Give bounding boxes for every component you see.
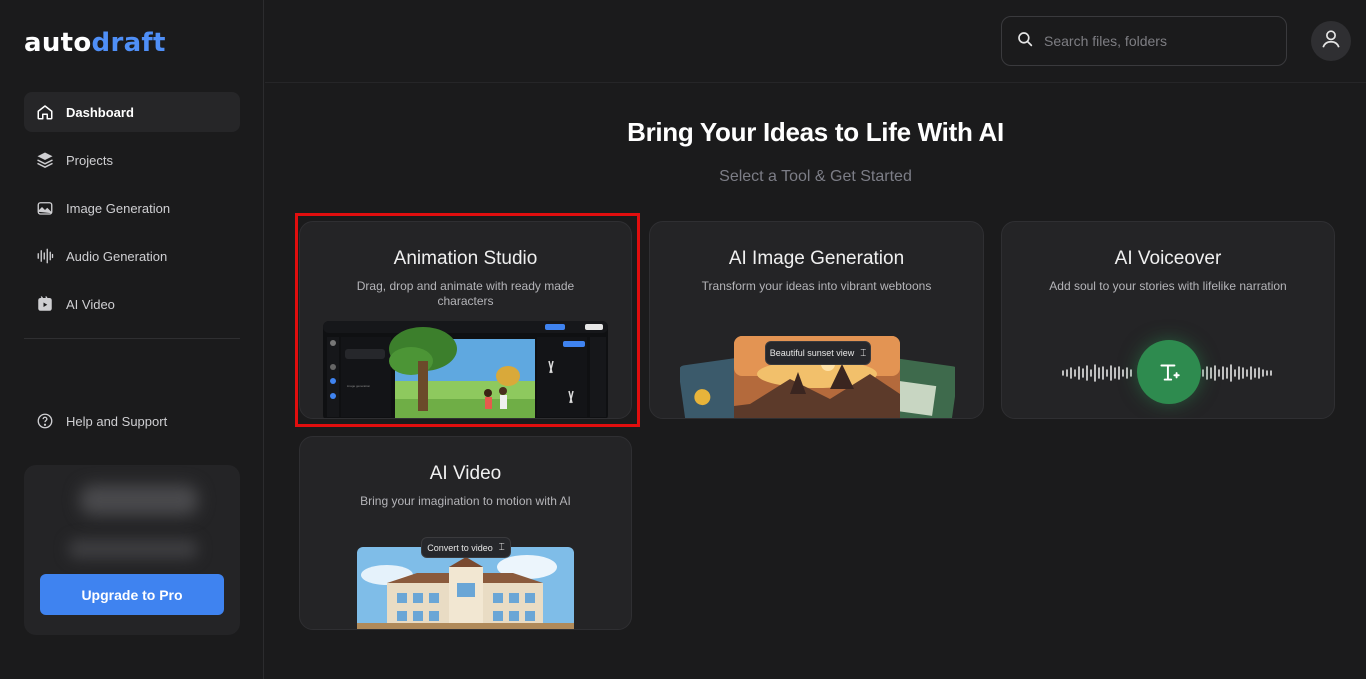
help-section: Help and Support (24, 401, 240, 449)
sidebar-nav: Dashboard Projects Image Generation Audi… (24, 92, 240, 332)
layers-icon (36, 151, 54, 169)
card-description: Add soul to your stories with lifelike n… (1049, 279, 1287, 293)
sidebar-item-projects[interactable]: Projects (24, 140, 240, 180)
help-icon (36, 412, 54, 430)
sidebar-item-dashboard[interactable]: Dashboard (24, 92, 240, 132)
sidebar-divider (24, 338, 240, 339)
card-title: Animation Studio (393, 248, 538, 269)
card-description: Bring your imagination to motion with AI (360, 494, 571, 508)
blurred-content (80, 485, 198, 515)
header-divider (265, 82, 1366, 83)
search-box[interactable] (1001, 16, 1287, 66)
svg-text:image generation: image generation (347, 384, 371, 388)
page-subtitle: Select a Tool & Get Started (719, 168, 912, 185)
brand-logo[interactable]: autodraft (24, 28, 166, 58)
blurred-content (68, 539, 198, 559)
upgrade-button[interactable]: Upgrade to Pro (40, 574, 224, 615)
tool-card-ai-voiceover[interactable]: AI Voiceover Add soul to your stories wi… (1001, 221, 1335, 419)
cursor-icon: ⌶ (860, 347, 867, 359)
sidebar-item-label: Image Generation (66, 200, 171, 216)
sidebar-item-label: Help and Support (66, 413, 168, 429)
cursor-icon: ⌶ (498, 542, 505, 553)
page-title: Bring Your Ideas to Life With AI (627, 117, 1004, 147)
text-to-speech-icon (1137, 340, 1201, 404)
user-avatar[interactable] (1311, 21, 1351, 61)
animation-studio-preview: image generation (323, 321, 608, 418)
audio-wave-icon (36, 247, 54, 265)
search-icon (1016, 30, 1034, 53)
search-input[interactable] (1044, 33, 1264, 49)
sidebar-item-image-generation[interactable]: Image Generation (24, 188, 240, 228)
card-title: AI Voiceover (1114, 248, 1222, 269)
sidebar-item-label: AI Video (66, 296, 115, 312)
sidebar: autodraft Dashboard Projects Image Gener… (0, 0, 264, 679)
sidebar-item-help[interactable]: Help and Support (24, 401, 240, 441)
upgrade-promo-card: Upgrade to Pro (24, 465, 240, 635)
image-ai-icon (36, 199, 54, 217)
video-icon (36, 295, 54, 313)
video-preview (357, 547, 574, 629)
prompt-tooltip: Convert to video ⌶ (421, 537, 511, 558)
card-title: AI Video (429, 463, 502, 484)
tool-card-ai-video[interactable]: AI Video Bring your imagination to motio… (299, 436, 632, 630)
sidebar-item-audio-generation[interactable]: Audio Generation (24, 236, 240, 276)
sidebar-item-ai-video[interactable]: AI Video (24, 284, 240, 324)
sidebar-item-label: Projects (66, 152, 113, 168)
tool-card-ai-image-generation[interactable]: AI Image Generation Transform your ideas… (649, 221, 984, 419)
user-icon (1320, 28, 1342, 55)
sidebar-item-label: Dashboard (66, 104, 134, 120)
tooltip-text: Convert to video (427, 542, 493, 553)
card-description: Transform your ideas into vibrant webtoo… (701, 279, 932, 293)
card-description: Drag, drop and animate with ready made c… (356, 279, 575, 308)
sidebar-item-label: Audio Generation (66, 248, 168, 264)
prompt-tooltip: Beautiful sunset view ⌶ (765, 341, 871, 365)
home-icon (36, 103, 54, 121)
tool-card-animation-studio[interactable]: Animation Studio Drag, drop and animate … (299, 221, 632, 419)
tooltip-text: Beautiful sunset view (769, 348, 855, 358)
card-title: AI Image Generation (728, 248, 905, 269)
